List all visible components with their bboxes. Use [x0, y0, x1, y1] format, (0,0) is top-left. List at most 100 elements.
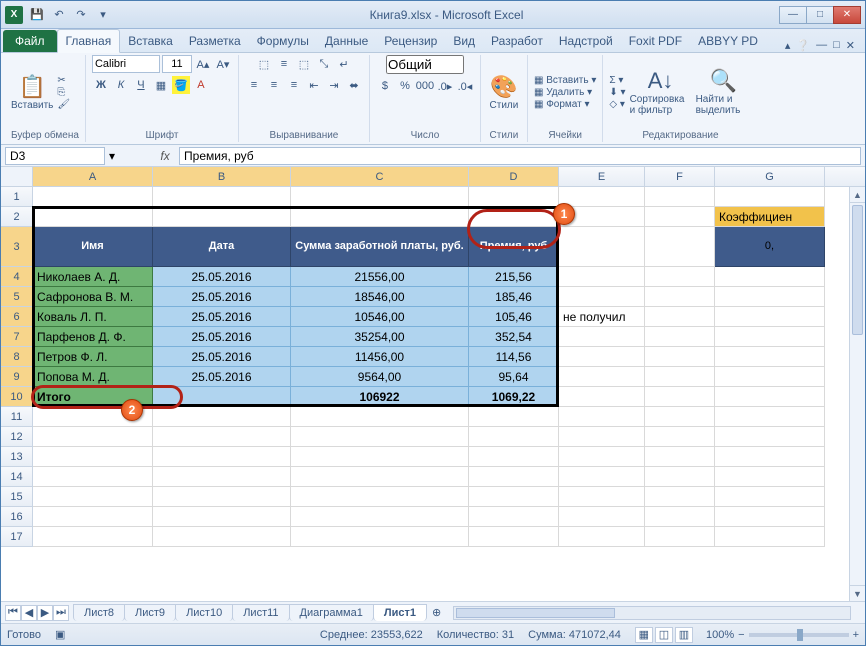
- cell-total-salary[interactable]: 106922: [291, 387, 469, 407]
- cell-note[interactable]: не получил: [559, 307, 645, 327]
- sheet-nav-first[interactable]: ⏮: [5, 605, 21, 621]
- wrap-text-button[interactable]: ↵: [335, 55, 353, 73]
- align-center-button[interactable]: ≡: [265, 76, 283, 94]
- row-header-8[interactable]: 8: [1, 347, 33, 367]
- cell[interactable]: [33, 507, 153, 527]
- save-button[interactable]: 💾: [27, 5, 47, 25]
- worksheet-grid[interactable]: A B C D E F G 1 2 Коэффициен 3 Имя Дата …: [1, 167, 865, 601]
- number-format-input[interactable]: [386, 55, 464, 74]
- format-painter-button[interactable]: 🖌: [57, 99, 70, 110]
- cell[interactable]: [559, 367, 645, 387]
- cell-date[interactable]: 25.05.2016: [153, 267, 291, 287]
- cell[interactable]: [645, 287, 715, 307]
- row-header-3[interactable]: 3: [1, 227, 33, 267]
- cell[interactable]: [559, 267, 645, 287]
- cell[interactable]: [715, 267, 825, 287]
- maximize-button[interactable]: □: [806, 6, 834, 24]
- cell[interactable]: [715, 187, 825, 207]
- cell[interactable]: [559, 447, 645, 467]
- cell[interactable]: [559, 347, 645, 367]
- cell[interactable]: [645, 347, 715, 367]
- cell[interactable]: [559, 467, 645, 487]
- cell[interactable]: [715, 287, 825, 307]
- cell[interactable]: [153, 387, 291, 407]
- cell[interactable]: [645, 187, 715, 207]
- cell[interactable]: [291, 187, 469, 207]
- row-header-15[interactable]: 15: [1, 487, 33, 507]
- cell[interactable]: [33, 187, 153, 207]
- tab-layout[interactable]: Разметка: [181, 30, 249, 52]
- cell[interactable]: [645, 447, 715, 467]
- zoom-out-button[interactable]: −: [738, 629, 744, 641]
- cell[interactable]: [153, 407, 291, 427]
- cell[interactable]: [645, 507, 715, 527]
- sheet-tab[interactable]: Диаграмма1: [289, 604, 374, 621]
- dec-decimal-button[interactable]: .0◂: [456, 77, 474, 95]
- undo-button[interactable]: ↶: [49, 5, 69, 25]
- redo-button[interactable]: ↷: [71, 5, 91, 25]
- cell[interactable]: [153, 487, 291, 507]
- cell-name[interactable]: Сафронова В. М.: [33, 287, 153, 307]
- cell[interactable]: [645, 327, 715, 347]
- cell[interactable]: [715, 407, 825, 427]
- cell[interactable]: [33, 527, 153, 547]
- row-header-12[interactable]: 12: [1, 427, 33, 447]
- col-header-B[interactable]: B: [153, 167, 291, 186]
- cell-salary[interactable]: 10546,00: [291, 307, 469, 327]
- autosum-button[interactable]: Σ ▾: [609, 75, 625, 86]
- row-header-17[interactable]: 17: [1, 527, 33, 547]
- cell[interactable]: [559, 507, 645, 527]
- font-size-input[interactable]: [162, 55, 192, 73]
- cell[interactable]: [153, 427, 291, 447]
- orientation-button[interactable]: ⤡: [315, 55, 333, 73]
- cell-name[interactable]: Коваль Л. П.: [33, 307, 153, 327]
- tab-data[interactable]: Данные: [317, 30, 376, 52]
- doc-minimize-icon[interactable]: —: [816, 39, 827, 52]
- border-button[interactable]: ▦: [152, 76, 170, 94]
- scroll-down-icon[interactable]: ▼: [850, 585, 865, 601]
- font-name-input[interactable]: [92, 55, 160, 73]
- cell[interactable]: [559, 327, 645, 347]
- merge-button[interactable]: ⬌: [345, 76, 363, 94]
- row-header-6[interactable]: 6: [1, 307, 33, 327]
- cell-G3[interactable]: 0,: [715, 227, 825, 267]
- zoom-in-button[interactable]: +: [853, 629, 859, 641]
- cell[interactable]: [715, 527, 825, 547]
- col-header-C[interactable]: C: [291, 167, 469, 186]
- cell[interactable]: [559, 287, 645, 307]
- cell-date[interactable]: 25.05.2016: [153, 287, 291, 307]
- formula-input[interactable]: Премия, руб: [179, 147, 861, 165]
- cell[interactable]: [291, 427, 469, 447]
- col-header-E[interactable]: E: [559, 167, 645, 186]
- cell-bonus[interactable]: 185,46: [469, 287, 559, 307]
- row-header-13[interactable]: 13: [1, 447, 33, 467]
- inc-decimal-button[interactable]: .0▸: [436, 77, 454, 95]
- find-select-button[interactable]: 🔍Найти и выделить: [696, 68, 752, 116]
- insert-cells-button[interactable]: ▦ Вставить ▾: [534, 75, 596, 86]
- scroll-thumb[interactable]: [852, 205, 863, 335]
- shrink-font-button[interactable]: A▾: [214, 55, 232, 73]
- tab-developer[interactable]: Разработ: [483, 30, 551, 52]
- cell-salary[interactable]: 21556,00: [291, 267, 469, 287]
- row-header-2[interactable]: 2: [1, 207, 33, 227]
- align-middle-button[interactable]: ≡: [275, 55, 293, 73]
- cell-name[interactable]: Попова М. Д.: [33, 367, 153, 387]
- align-bottom-button[interactable]: ⬚: [295, 55, 313, 73]
- row-header-1[interactable]: 1: [1, 187, 33, 207]
- fx-icon[interactable]: fx: [155, 149, 175, 163]
- row-header-5[interactable]: 5: [1, 287, 33, 307]
- hscroll-thumb[interactable]: [456, 608, 614, 618]
- view-layout-button[interactable]: ◫: [655, 627, 673, 643]
- paste-button[interactable]: 📋Вставить: [11, 74, 53, 111]
- cell[interactable]: [153, 527, 291, 547]
- format-cells-button[interactable]: ▦ Формат ▾: [534, 99, 596, 110]
- cell-name[interactable]: Николаев А. Д.: [33, 267, 153, 287]
- italic-button[interactable]: К: [112, 76, 130, 94]
- cell[interactable]: [469, 467, 559, 487]
- sheet-tab[interactable]: Лист10: [175, 604, 233, 621]
- comma-button[interactable]: 000: [416, 77, 434, 95]
- row-header-7[interactable]: 7: [1, 327, 33, 347]
- sheet-tab[interactable]: Лист11: [232, 604, 289, 621]
- cell[interactable]: [33, 467, 153, 487]
- cell[interactable]: [469, 207, 559, 227]
